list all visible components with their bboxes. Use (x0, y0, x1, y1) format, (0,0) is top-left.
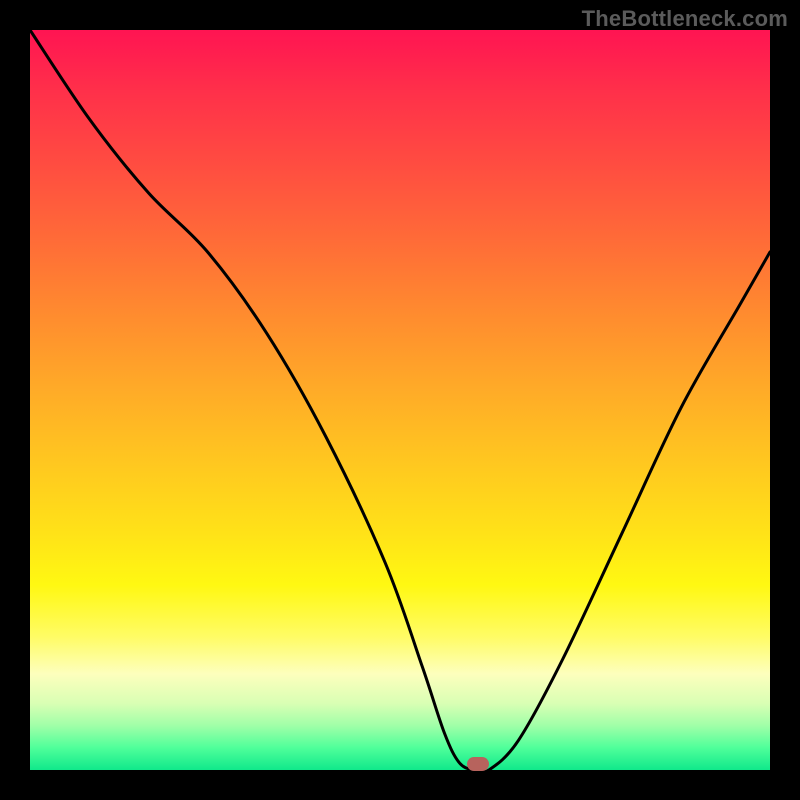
optimal-point-marker (467, 757, 489, 771)
watermark-text: TheBottleneck.com (582, 6, 788, 32)
bottleneck-curve (30, 30, 770, 770)
chart-container: TheBottleneck.com (0, 0, 800, 800)
plot-area (30, 30, 770, 770)
